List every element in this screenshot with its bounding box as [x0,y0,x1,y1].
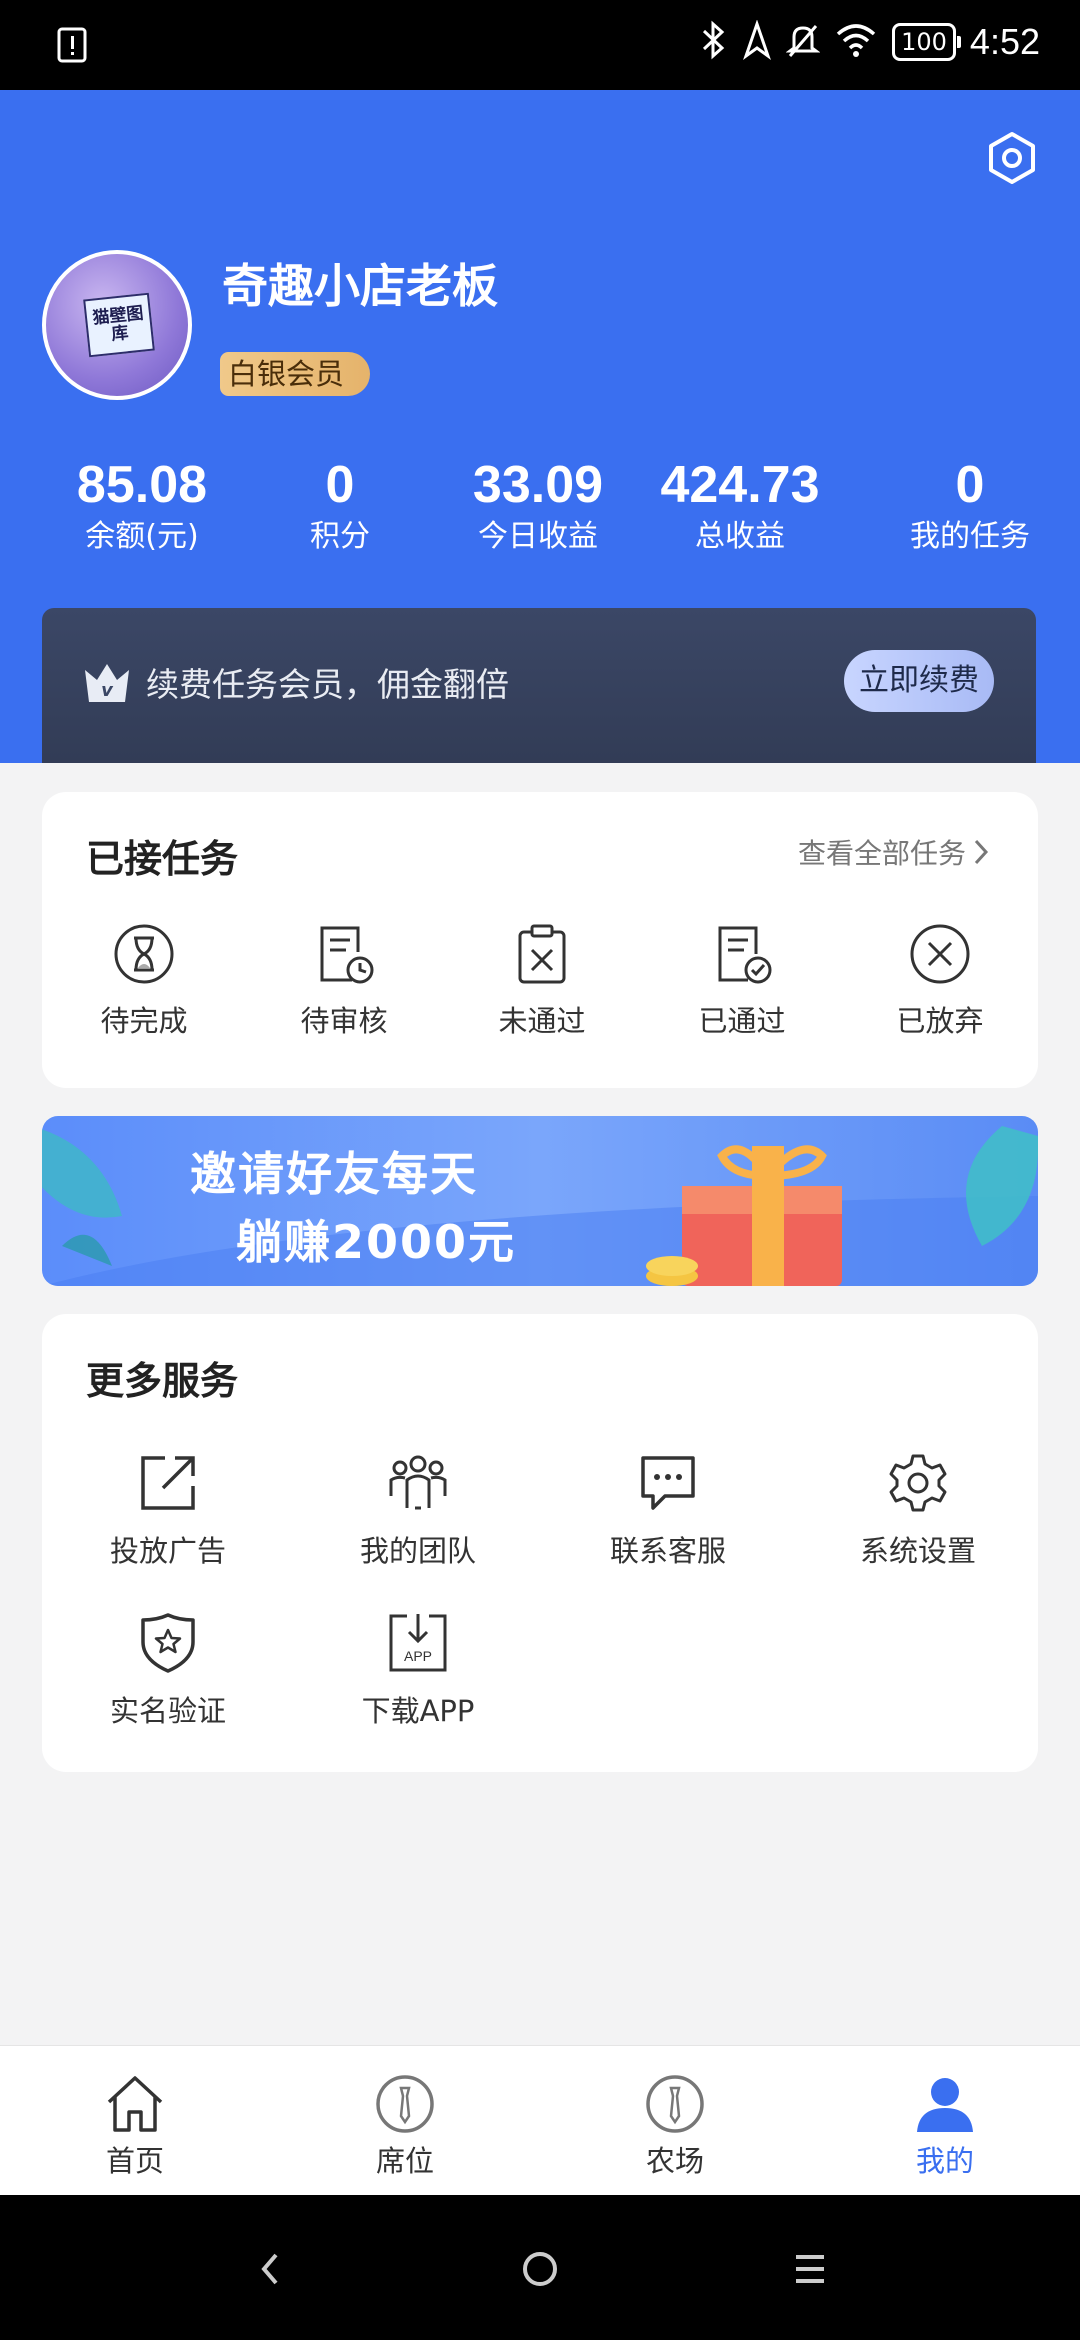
user-icon [917,2078,973,2132]
tab-mine[interactable]: 我的 [865,2074,1025,2180]
team-icon [389,1455,447,1510]
external-link-icon [141,1456,195,1510]
home-icon [107,2076,163,2132]
seat-icon [376,2075,434,2133]
service-label: 下载APP [361,1694,475,1728]
crown-v-icon: v [82,660,132,706]
services-title: 更多服务 [86,1359,239,1403]
clock: 4:52 [969,21,1040,62]
tasks-title: 已接任务 [86,837,239,881]
task-pending[interactable]: 待完成 [64,922,224,1040]
status-bar: 100 4:52 [0,0,1080,90]
service-download-app[interactable]: APP 下载APP [338,1610,498,1730]
services-card: 更多服务 投放广告 我的团队 联系客服 系统设置 实名验证 APP 下载APP [42,1314,1038,1772]
stat-my-tasks[interactable]: 0 我的任务 [890,455,1050,559]
bluetooth-icon [698,20,728,64]
clipboard-x-icon [518,924,566,984]
stat-points[interactable]: 0 积分 [270,455,410,559]
banner-line2: 躺赚2000元 [236,1215,517,1269]
service-label: 我的团队 [359,1534,476,1568]
settings-hex-icon[interactable] [982,128,1042,188]
chat-bubble-icon [641,1456,695,1510]
stat-label: 积分 [310,519,370,554]
download-app-icon: APP [389,1614,447,1672]
hourglass-icon [114,924,174,984]
tab-label: 首页 [105,2144,164,2178]
service-support[interactable]: 联系客服 [588,1450,748,1570]
alert-icon [56,26,90,68]
tab-farm[interactable]: 农场 [595,2074,755,2180]
chevron-right-icon [974,839,989,865]
stat-balance[interactable]: 85.08 余额(元) [52,455,232,559]
circle-x-icon [910,924,970,984]
stat-total-earnings[interactable]: 424.73 总收益 [640,455,840,559]
task-label: 已通过 [698,1004,786,1038]
location-icon [742,19,772,64]
stat-value: 33.09 [472,456,604,514]
stat-label: 余额(元) [85,519,199,554]
menu-icon[interactable] [780,2239,840,2299]
banner-line1: 邀请好友每天 [190,1147,478,1201]
tasks-card: 已接任务 查看全部任务 待完成 待审核 未通过 已通过 已放弃 [42,792,1038,1088]
service-settings[interactable]: 系统设置 [838,1450,998,1570]
stat-today-earnings[interactable]: 33.09 今日收益 [448,455,628,559]
service-label: 联系客服 [609,1534,726,1568]
profile-header: 猫壁图库 奇趣小店老板 白银会员 85.08 余额(元) 0 积分 33.09 … [0,90,1080,763]
task-label: 未通过 [498,1004,586,1038]
svg-text:APP: APP [404,1648,432,1664]
promo-text: 续费任务会员，佣金翻倍 [146,665,509,704]
gear-icon [889,1454,947,1512]
stat-label: 我的任务 [910,519,1030,554]
mute-bell-icon [785,20,821,64]
bottom-tab-bar: 首页 席位 农场 我的 [0,2045,1080,2195]
avatar[interactable]: 猫壁图库 [42,250,192,400]
service-label: 实名验证 [109,1694,226,1728]
stat-label: 今日收益 [478,519,598,554]
service-verify[interactable]: 实名验证 [88,1610,248,1730]
avatar-image-text: 猫壁图库 [83,292,155,358]
service-ads[interactable]: 投放广告 [88,1450,248,1570]
membership-promo: v 续费任务会员，佣金翻倍 立即续费 [42,608,1036,763]
task-label: 已放弃 [896,1004,984,1038]
home-circle-icon[interactable] [510,2239,570,2299]
tab-home[interactable]: 首页 [55,2074,215,2180]
username: 奇趣小店老板 [222,259,498,313]
tab-seat[interactable]: 席位 [325,2074,485,2180]
invite-banner[interactable]: 邀请好友每天 躺赚2000元 [42,1116,1038,1286]
task-approved[interactable]: 已通过 [662,922,822,1040]
farm-icon [646,2075,704,2133]
stats-row: 85.08 余额(元) 0 积分 33.09 今日收益 424.73 总收益 0… [0,455,1080,565]
stat-value: 85.08 [76,456,208,514]
stat-value: 0 [955,456,985,514]
tab-label: 我的 [915,2144,974,2178]
wifi-icon [834,20,878,64]
system-nav-bar [0,2195,1080,2340]
tab-label: 农场 [645,2144,704,2178]
stat-value: 424.73 [660,456,820,514]
view-all-tasks-link[interactable]: 查看全部任务 [798,832,990,872]
task-label: 待完成 [100,1004,188,1038]
service-team[interactable]: 我的团队 [338,1450,498,1570]
task-rejected[interactable]: 未通过 [462,922,622,1040]
stat-label: 总收益 [695,519,785,554]
task-label: 待审核 [300,1004,388,1038]
shield-star-icon [141,1613,195,1673]
svg-text:v: v [101,680,114,701]
member-badge: 白银会员 [220,352,371,396]
renew-button[interactable]: 立即续费 [844,650,994,712]
service-label: 系统设置 [859,1534,976,1568]
task-abandoned[interactable]: 已放弃 [860,922,1020,1040]
stat-value: 0 [325,456,355,514]
service-label: 投放广告 [109,1534,226,1568]
view-all-label: 查看全部任务 [797,837,966,870]
battery-indicator: 100 [892,23,961,61]
task-reviewing[interactable]: 待审核 [264,922,424,1040]
document-clock-icon [320,926,374,984]
tab-label: 席位 [375,2144,434,2178]
back-icon[interactable] [240,2239,300,2299]
document-check-icon [718,926,772,984]
